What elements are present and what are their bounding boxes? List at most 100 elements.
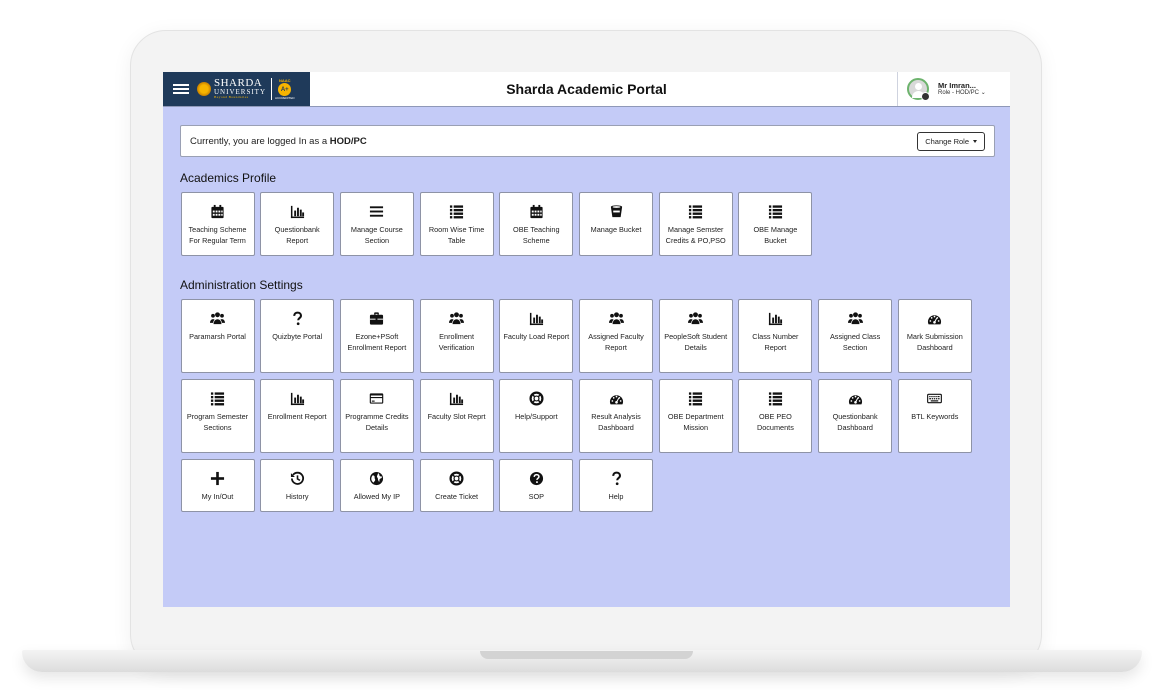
- tile-label: Faculty Load Report: [503, 332, 570, 341]
- tile-enrollment-report[interactable]: Enrollment Report: [260, 379, 335, 453]
- tile-sop[interactable]: SOP: [499, 459, 574, 512]
- dashboard-icon: [847, 390, 863, 406]
- tile-create-ticket[interactable]: Create Ticket: [419, 459, 494, 512]
- tile-my-in-out[interactable]: My In/Out: [180, 459, 255, 512]
- tile-help[interactable]: Help: [579, 459, 653, 512]
- tile-mark-submission-dashboard[interactable]: Mark Submission Dashboard: [897, 299, 972, 373]
- tile-faculty-load-report[interactable]: Faculty Load Report: [499, 299, 574, 373]
- list-icon: [767, 390, 783, 406]
- academics-section-title: Academics Profile: [180, 171, 277, 185]
- tile-assigned-class-section[interactable]: Assigned Class Section: [818, 299, 893, 373]
- tile-allowed-my-ip[interactable]: Allowed My IP: [339, 459, 414, 512]
- life-ring-icon: [449, 470, 465, 486]
- bar-chart-icon: [289, 390, 305, 406]
- list-icon: [210, 390, 226, 406]
- tile-label: Manage Bucket: [590, 225, 642, 234]
- laptop-mockup: SHARDA UNIVERSITY Beyond Boundaries NAAC…: [0, 0, 1157, 690]
- dashboard-icon: [608, 390, 624, 406]
- tile-obe-department-mission[interactable]: OBE Department Mission: [658, 379, 733, 453]
- tile-faculty-slot-reprt[interactable]: Faculty Slot Reprt: [419, 379, 494, 453]
- status-dot: [921, 92, 930, 101]
- tile-label: OBE Teaching Scheme: [513, 225, 560, 245]
- tile-label: Manage Course Section: [350, 225, 403, 245]
- login-role: HOD/PC: [329, 136, 367, 147]
- question-circle-icon: [528, 470, 544, 486]
- users-icon: [847, 310, 863, 326]
- bucket-icon: [608, 203, 624, 219]
- calendar-icon: [210, 203, 226, 219]
- tile-label: History: [285, 492, 309, 501]
- tile-obe-manage-bucket[interactable]: OBE Manage Bucket: [738, 192, 813, 256]
- dashboard-icon: [927, 310, 943, 326]
- tile-help-support[interactable]: Help/Support: [499, 379, 574, 453]
- tile-programme-credits-details[interactable]: Programme Credits Details: [339, 379, 414, 453]
- tile-label: Assigned Faculty Report: [588, 332, 644, 352]
- tile-manage-semster-credits-po-pso[interactable]: Manage Semster Credits & PO,PSO: [658, 192, 733, 256]
- user-role-text: Role - HOD/PC: [938, 89, 980, 96]
- keyboard-icon: [927, 390, 943, 406]
- user-name: Mr Imran...: [938, 80, 976, 90]
- tile-label: Enrollment Report: [267, 412, 327, 421]
- tile-label: Room Wise Time Table: [428, 225, 485, 245]
- user-menu[interactable]: Mr Imran... Role - HOD/PC ⌄: [897, 72, 1010, 106]
- tile-room-wise-time-table[interactable]: Room Wise Time Table: [419, 192, 494, 256]
- tile-label: OBE Manage Bucket: [753, 225, 798, 245]
- tile-label: PeopleSoft Student Details: [664, 332, 728, 352]
- question-icon: [289, 310, 305, 326]
- tile-questionbank-dashboard[interactable]: Questionbank Dashboard: [818, 379, 893, 453]
- users-icon: [210, 310, 226, 326]
- tile-manage-course-section[interactable]: Manage Course Section: [339, 192, 414, 256]
- tile-quizbyte-portal[interactable]: Quizbyte Portal: [260, 299, 335, 373]
- tile-label: Create Ticket: [435, 492, 479, 501]
- tile-peoplesoft-student-details[interactable]: PeopleSoft Student Details: [658, 299, 733, 373]
- tile-teaching-scheme-for-regular-term[interactable]: Teaching Scheme For Regular Term: [180, 192, 255, 256]
- credit-card-icon: [369, 390, 385, 406]
- calendar-icon: [528, 203, 544, 219]
- tile-ezone-psoft-enrollment-report[interactable]: Ezone+PSoft Enrollment Report: [339, 299, 414, 373]
- list-icon: [688, 390, 704, 406]
- page-title: Sharda Academic Portal: [506, 81, 667, 97]
- tile-label: Help/Support: [515, 412, 558, 421]
- tile-btl-keywords[interactable]: BTL Keywords: [897, 379, 972, 453]
- change-role-button[interactable]: Change Role: [917, 132, 985, 151]
- tile-label: Program Semester Sections: [186, 412, 249, 432]
- tile-questionbank-report[interactable]: Questionbank Report: [260, 192, 335, 256]
- history-icon: [289, 470, 305, 486]
- laptop-notch: [480, 651, 693, 659]
- tile-assigned-faculty-report[interactable]: Assigned Faculty Report: [579, 299, 653, 373]
- tile-label: Quizbyte Portal: [272, 332, 323, 341]
- list-icon: [688, 203, 704, 219]
- menu-icon: [369, 203, 385, 219]
- tile-result-analysis-dashboard[interactable]: Result Analysis Dashboard: [579, 379, 653, 453]
- tile-class-number-report[interactable]: Class Number Report: [738, 299, 813, 373]
- chevron-down-icon: ⌄: [980, 89, 986, 96]
- tile-label: Mark Submission Dashboard: [906, 332, 963, 352]
- globe-icon: [369, 470, 385, 486]
- tile-obe-peo-documents[interactable]: OBE PEO Documents: [738, 379, 813, 453]
- tile-manage-bucket[interactable]: Manage Bucket: [579, 192, 653, 256]
- tile-obe-teaching-scheme[interactable]: OBE Teaching Scheme: [499, 192, 574, 256]
- tile-label: OBE Department Mission: [667, 412, 724, 432]
- user-info: Mr Imran... Role - HOD/PC ⌄: [938, 81, 986, 97]
- tile-label: Faculty Slot Reprt: [427, 412, 486, 421]
- users-icon: [449, 310, 465, 326]
- tile-label: Allowed My IP: [353, 492, 400, 501]
- tile-program-semester-sections[interactable]: Program Semester Sections: [180, 379, 255, 453]
- top-navbar: SHARDA UNIVERSITY Beyond Boundaries NAAC…: [163, 72, 1010, 107]
- users-icon: [688, 310, 704, 326]
- user-role: Role - HOD/PC ⌄: [938, 90, 986, 97]
- list-icon: [767, 203, 783, 219]
- tile-paramarsh-portal[interactable]: Paramarsh Portal: [180, 299, 255, 373]
- tile-enrollment-verification[interactable]: Enrollment Verification: [419, 299, 494, 373]
- login-prefix: Currently, you are logged In as a: [190, 136, 330, 147]
- portal-screen: SHARDA UNIVERSITY Beyond Boundaries NAAC…: [163, 72, 1010, 607]
- bar-chart-icon: [289, 203, 305, 219]
- tile-label: Ezone+PSoft Enrollment Report: [347, 332, 407, 352]
- bar-chart-icon: [767, 310, 783, 326]
- login-status-bar: Currently, you are logged In as a HOD/PC…: [180, 125, 995, 157]
- tile-label: OBE PEO Documents: [756, 412, 794, 432]
- tile-label: Result Analysis Dashboard: [591, 412, 641, 432]
- plus-icon: [210, 470, 226, 486]
- tile-history[interactable]: History: [260, 459, 335, 512]
- question-icon: [608, 470, 624, 486]
